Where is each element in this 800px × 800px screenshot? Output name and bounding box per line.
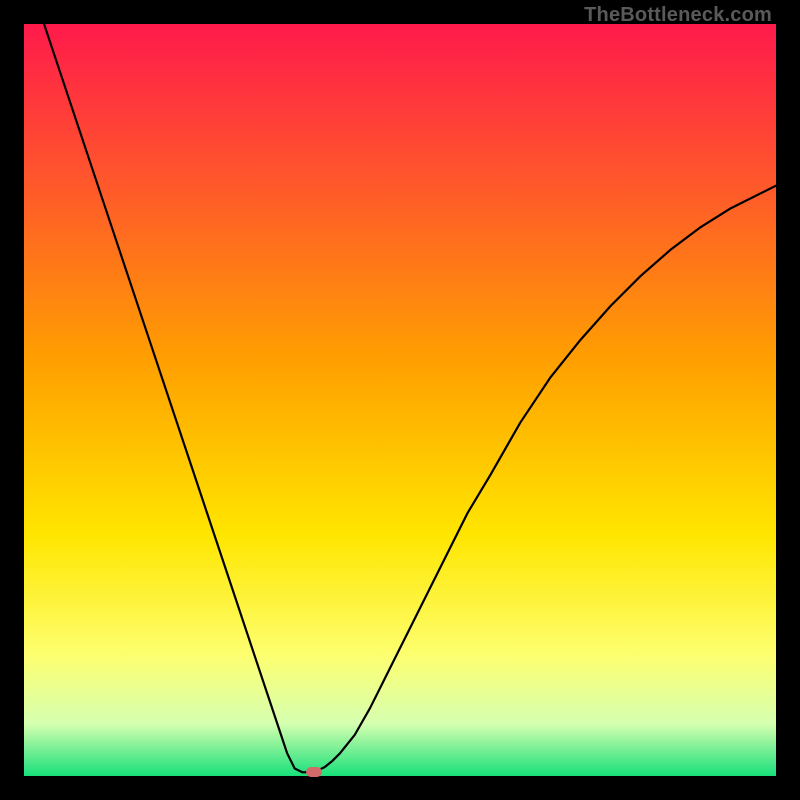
gradient-background bbox=[24, 24, 776, 776]
optimum-marker bbox=[306, 767, 322, 777]
chart-svg bbox=[24, 24, 776, 776]
watermark-text: TheBottleneck.com bbox=[584, 4, 772, 27]
chart-frame bbox=[24, 24, 776, 776]
